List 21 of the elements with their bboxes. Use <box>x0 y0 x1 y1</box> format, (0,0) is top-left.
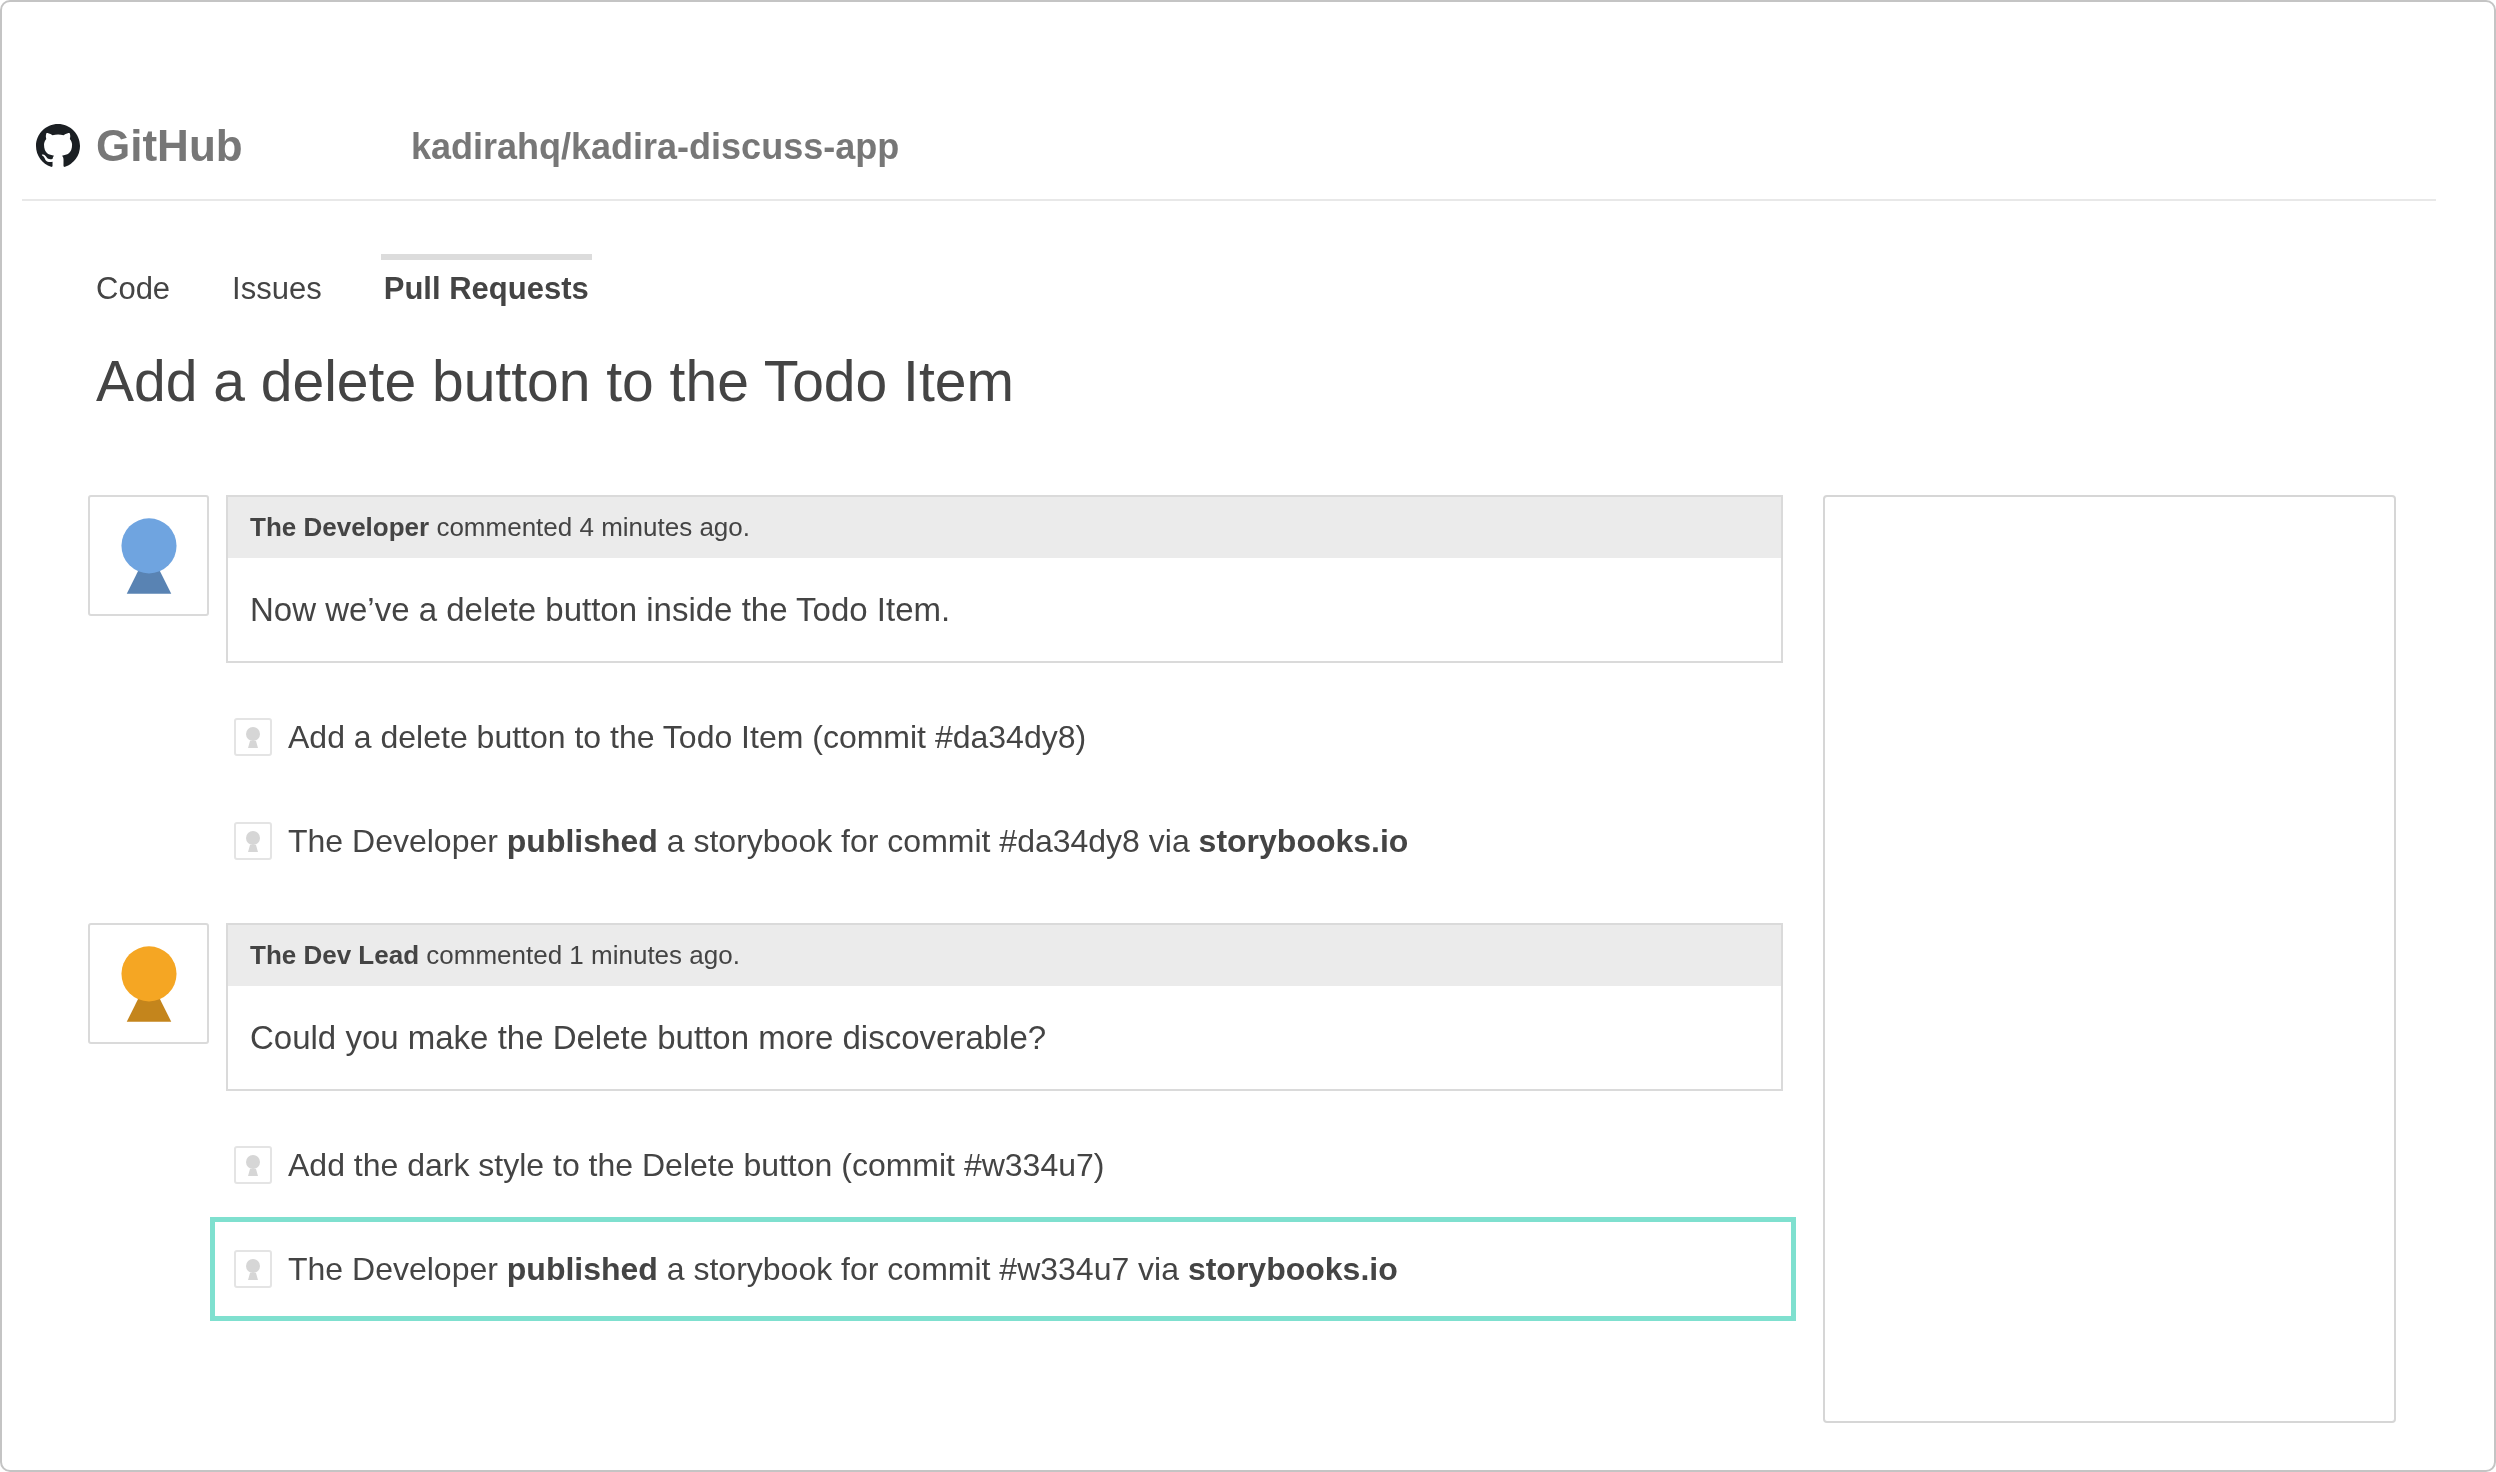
repository-name[interactable]: kadirahq/kadira-discuss-app <box>411 124 900 168</box>
comment-text: Now we’ve a delete button inside the Todo Item. <box>250 590 951 630</box>
avatar-icon <box>88 495 209 617</box>
event-text: Add a delete button to the Todo Item (commit #da34dy8) <box>288 718 1087 757</box>
comment-byline: The Dev Lead commented 1 minutes ago. <box>250 940 740 972</box>
avatar-icon <box>88 923 209 1045</box>
person-icon <box>234 1250 272 1289</box>
logo-icon[interactable] <box>36 124 80 169</box>
tab[interactable]: Issues <box>229 253 325 307</box>
event-text: The Developer published a storybook for commit #da34dy8 via storybooks.io <box>288 822 1409 861</box>
page-title: Add a delete button to the Todo Item <box>96 348 1014 415</box>
tab[interactable]: Code <box>93 253 174 307</box>
event-text: Add the dark style to the Delete button (commit #w334u7) <box>288 1146 1105 1185</box>
person-icon <box>234 1146 272 1185</box>
person-icon <box>234 822 272 861</box>
tab[interactable]: Pull Requests <box>380 253 592 307</box>
comment-byline: The Developer commented 4 minutes ago. <box>250 512 750 544</box>
person-icon <box>234 718 272 757</box>
brand-name[interactable]: GitHub <box>96 120 243 173</box>
comment-text: Could you make the Delete button more discoverable? <box>250 1018 1047 1058</box>
event-text: The Developer published a storybook for commit #w334u7 via storybooks.io <box>288 1250 1398 1289</box>
